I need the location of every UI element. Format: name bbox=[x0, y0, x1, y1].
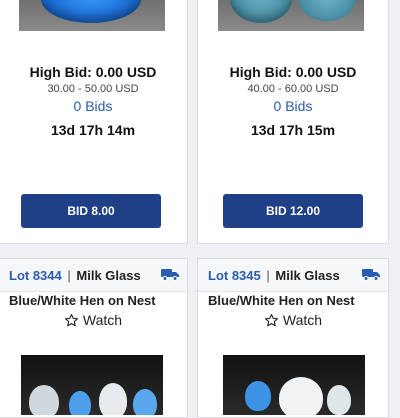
lot-title[interactable]: Blue/White Hen on Nest bbox=[9, 293, 156, 308]
bids-count-link[interactable]: 0 Bids bbox=[198, 97, 388, 115]
bid-button[interactable]: BID 12.00 bbox=[223, 194, 363, 228]
estimate-range: 40.00 - 60.00 USD bbox=[247, 83, 339, 95]
lot-card: High Bid: 0.00 USD 40.00 - 60.00 USD 0 B… bbox=[197, 0, 389, 244]
bid-button[interactable]: BID 8.00 bbox=[21, 194, 161, 228]
separator: | bbox=[266, 268, 270, 283]
star-icon bbox=[64, 313, 78, 326]
lot-category[interactable]: Milk Glass bbox=[275, 268, 339, 283]
lot-category[interactable]: Milk Glass bbox=[76, 268, 140, 283]
lot-number-link[interactable]: Lot 8344 bbox=[9, 268, 62, 283]
hen-figure bbox=[327, 385, 351, 415]
lot-image[interactable] bbox=[19, 0, 165, 31]
lot-image[interactable] bbox=[218, 0, 364, 31]
estimate-range: 30.00 - 50.00 USD bbox=[47, 83, 139, 95]
hen-figure bbox=[279, 377, 323, 415]
hen-figure bbox=[99, 383, 127, 415]
watch-label: Watch bbox=[282, 312, 323, 328]
lot-image[interactable] bbox=[21, 355, 163, 415]
bid-info: High Bid: 0.00 USD 30.00 - 50.00 USD 0 B… bbox=[0, 63, 187, 139]
lot-title[interactable]: Blue/White Hen on Nest bbox=[208, 293, 355, 308]
lot-heading: Lot 8345 | Milk Glass bbox=[208, 268, 340, 283]
lot-image[interactable] bbox=[223, 355, 365, 415]
high-bid-text: High Bid: 0.00 USD bbox=[229, 64, 357, 80]
time-remaining: 13d 17h 14m bbox=[50, 122, 136, 138]
watch-toggle[interactable]: Watch bbox=[0, 312, 187, 328]
bids-count-link[interactable]: 0 Bids bbox=[0, 97, 187, 115]
hen-figure bbox=[69, 391, 91, 415]
high-bid-text: High Bid: 0.00 USD bbox=[29, 64, 157, 80]
lot-header: Lot 8345 | Milk Glass bbox=[198, 259, 388, 292]
truck-icon[interactable] bbox=[161, 268, 179, 281]
watch-toggle[interactable]: Watch bbox=[198, 312, 388, 328]
separator: | bbox=[67, 268, 71, 283]
watch-label: Watch bbox=[82, 312, 123, 328]
star-icon bbox=[264, 313, 278, 326]
lot-card: Lot 8345 | Milk Glass Blue/White Hen on … bbox=[197, 258, 389, 418]
teal-glass-object bbox=[298, 0, 356, 21]
hen-figure bbox=[29, 385, 59, 415]
blue-glass-object bbox=[41, 0, 141, 23]
teal-glass-object bbox=[230, 0, 292, 23]
lot-heading: Lot 8344 | Milk Glass bbox=[9, 268, 141, 283]
truck-icon[interactable] bbox=[362, 268, 380, 281]
hen-figure bbox=[133, 389, 157, 415]
time-remaining: 13d 17h 15m bbox=[250, 122, 336, 138]
hen-figure bbox=[245, 381, 271, 411]
lot-number-link[interactable]: Lot 8345 bbox=[208, 268, 261, 283]
lot-card: Lot 8344 | Milk Glass Blue/White Hen on … bbox=[0, 258, 188, 418]
lot-header: Lot 8344 | Milk Glass bbox=[0, 259, 187, 292]
bid-info: High Bid: 0.00 USD 40.00 - 60.00 USD 0 B… bbox=[198, 63, 388, 139]
lot-card: High Bid: 0.00 USD 30.00 - 50.00 USD 0 B… bbox=[0, 0, 188, 244]
